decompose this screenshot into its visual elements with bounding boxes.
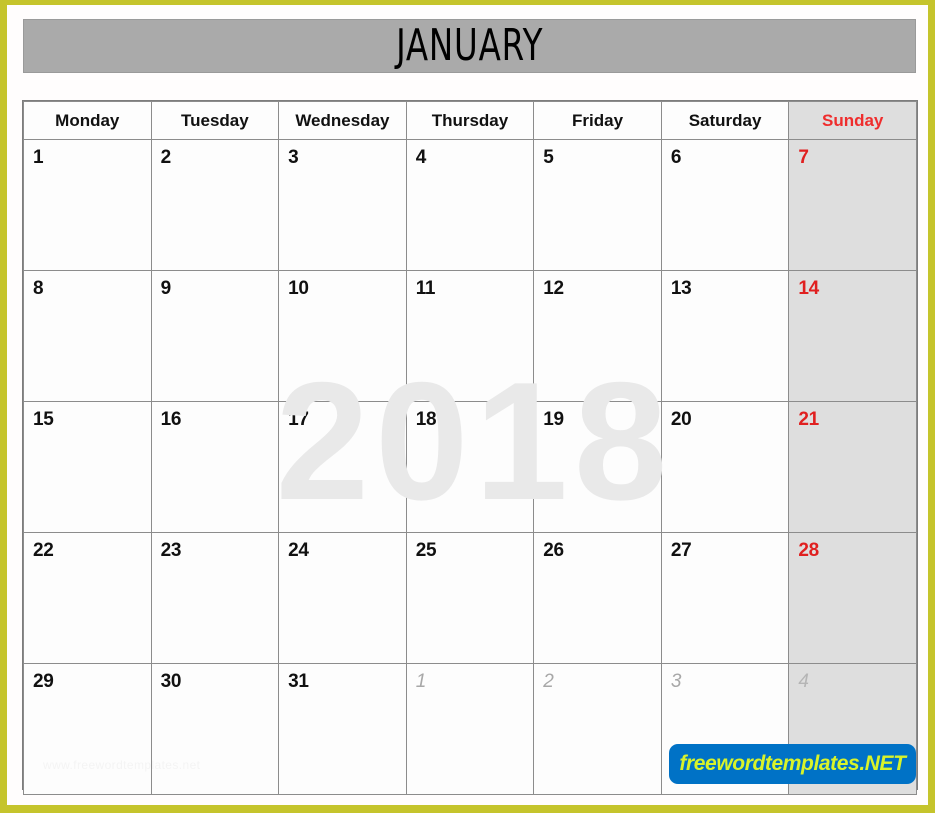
calendar-table: Monday Tuesday Wednesday Thursday Friday… — [23, 101, 917, 795]
day-cell-sunday[interactable]: 21 — [788, 401, 917, 533]
day-cell[interactable]: 2 — [533, 663, 662, 795]
calendar-grid: Monday Tuesday Wednesday Thursday Friday… — [22, 100, 918, 795]
day-number: 18 — [415, 409, 437, 430]
day-number: 26 — [543, 540, 564, 561]
day-cell[interactable]: 15 — [23, 401, 152, 533]
calendar-week-row: 8 9 10 11 12 13 14 — [23, 270, 917, 402]
day-number: 19 — [543, 409, 564, 430]
day-cell[interactable]: 27 — [660, 532, 790, 664]
day-cell[interactable]: 19 — [533, 401, 662, 533]
day-number: 31 — [288, 671, 309, 692]
day-cell[interactable]: 29 — [23, 663, 152, 795]
weekday-header-friday: Friday — [533, 101, 662, 140]
day-cell-sunday[interactable]: 7 — [788, 139, 917, 271]
day-cell[interactable]: 10 — [278, 270, 407, 402]
day-cell[interactable]: 3 — [278, 139, 407, 271]
day-cell[interactable]: 25 — [405, 532, 535, 664]
day-number: 21 — [798, 409, 819, 430]
site-badge-label: freewordtemplates.NET — [679, 752, 906, 775]
day-cell[interactable]: 23 — [150, 532, 280, 664]
day-cell-sunday[interactable]: 14 — [788, 270, 917, 402]
calendar-week-row: 1 2 3 4 5 6 7 — [23, 139, 917, 271]
day-cell[interactable]: 2 — [150, 139, 280, 271]
day-number: 17 — [288, 409, 309, 430]
day-cell-sunday[interactable]: 28 — [788, 532, 917, 664]
day-number: 2 — [160, 147, 172, 168]
day-cell[interactable]: 17 — [278, 401, 407, 533]
day-cell[interactable]: 1 — [405, 663, 535, 795]
day-number: 6 — [670, 147, 682, 168]
day-cell[interactable]: 6 — [660, 139, 790, 271]
day-cell[interactable]: 9 — [150, 270, 280, 402]
day-cell[interactable]: 22 — [23, 532, 152, 664]
day-number: 29 — [33, 671, 54, 692]
day-cell[interactable]: 20 — [660, 401, 790, 533]
day-number: 8 — [33, 278, 44, 299]
day-number: 22 — [33, 540, 54, 561]
weekday-header-row: Monday Tuesday Wednesday Thursday Friday… — [23, 101, 917, 140]
day-number: 27 — [670, 540, 692, 561]
day-number-adjacent-month: 1 — [415, 671, 427, 692]
day-cell[interactable]: 13 — [660, 270, 790, 402]
day-number: 5 — [543, 147, 554, 168]
weekday-header-saturday: Saturday — [660, 101, 790, 140]
day-cell[interactable]: 26 — [533, 532, 662, 664]
day-number: 25 — [415, 540, 437, 561]
day-number: 30 — [160, 671, 182, 692]
day-number: 23 — [160, 540, 182, 561]
day-cell[interactable]: 8 — [23, 270, 152, 402]
calendar-week-row: 15 16 17 18 19 20 21 — [23, 401, 917, 533]
month-title-banner: JANUARY — [23, 19, 916, 73]
day-cell[interactable]: 11 — [405, 270, 535, 402]
site-badge[interactable]: freewordtemplates.NET — [669, 744, 916, 784]
day-number: 11 — [415, 278, 436, 299]
weekday-header-tuesday: Tuesday — [150, 101, 280, 140]
weekday-header-wednesday: Wednesday — [278, 101, 407, 140]
day-number: 20 — [670, 409, 692, 430]
day-number: 10 — [288, 278, 309, 299]
calendar-header-row-group: Monday Tuesday Wednesday Thursday Friday… — [23, 101, 917, 140]
day-number-adjacent-month: 3 — [670, 671, 682, 692]
day-number: 1 — [33, 147, 44, 168]
day-number: 24 — [288, 540, 309, 561]
day-cell[interactable]: 18 — [405, 401, 535, 533]
calendar-sheet: JANUARY 2018 Monday Tuesday Wednesday Th… — [7, 5, 928, 805]
day-number: 4 — [415, 147, 427, 168]
calendar-page: JANUARY 2018 Monday Tuesday Wednesday Th… — [0, 0, 935, 813]
day-number: 15 — [33, 409, 54, 430]
calendar-week-row: 22 23 24 25 26 27 28 — [23, 532, 917, 664]
calendar-body: 1 2 3 4 5 6 7 8 9 10 11 12 13 14 15 16 1… — [23, 139, 917, 795]
day-number: 9 — [160, 278, 172, 299]
day-cell[interactable]: 1 — [23, 139, 152, 271]
day-cell[interactable]: 30 — [150, 663, 280, 795]
day-cell[interactable]: 12 — [533, 270, 662, 402]
day-number: 13 — [670, 278, 692, 299]
day-number-adjacent-month: 2 — [543, 671, 554, 692]
day-cell[interactable]: 16 — [150, 401, 280, 533]
day-cell[interactable]: 31 — [278, 663, 407, 795]
weekday-header-sunday: Sunday — [788, 101, 917, 140]
day-number: 16 — [160, 409, 182, 430]
day-cell[interactable]: 4 — [405, 139, 535, 271]
day-number: 28 — [798, 540, 819, 561]
day-cell[interactable]: 24 — [278, 532, 407, 664]
day-number: 7 — [798, 147, 809, 168]
day-number-adjacent-month: 4 — [798, 671, 809, 692]
day-number: 14 — [798, 278, 819, 299]
weekday-header-thursday: Thursday — [405, 101, 535, 140]
page-title: JANUARY — [395, 20, 544, 71]
day-cell[interactable]: 5 — [533, 139, 662, 271]
day-number: 12 — [543, 278, 564, 299]
weekday-header-monday: Monday — [23, 101, 152, 140]
day-number: 3 — [288, 147, 299, 168]
